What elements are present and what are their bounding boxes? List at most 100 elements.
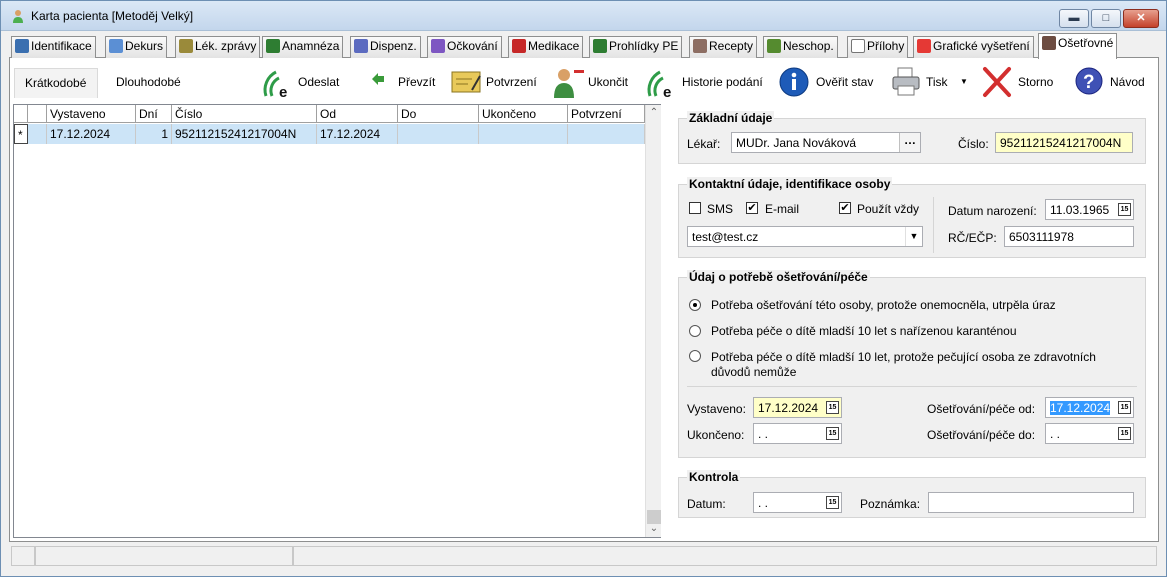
nursing-icon xyxy=(1042,36,1056,50)
chevron-down-icon[interactable]: ▼ xyxy=(905,227,922,246)
group-title: Údaj o potřebě ošetřování/péče xyxy=(687,270,870,284)
scroll-up-icon[interactable]: ⌃ xyxy=(646,105,662,121)
tab-ockovani[interactable]: Očkování xyxy=(427,36,502,58)
row-marker: * xyxy=(14,124,28,144)
calendar-icon[interactable]: 15 xyxy=(1118,401,1131,414)
calendar-icon[interactable]: 15 xyxy=(826,496,839,509)
tab-label: Přílohy xyxy=(867,39,905,53)
status-bar xyxy=(9,544,1159,566)
tisk-button[interactable]: Tisk ▼ xyxy=(890,64,972,100)
tab-label: Neschop. xyxy=(783,39,834,53)
lekar-field[interactable]: MUDr. Jana Nováková … xyxy=(731,132,921,153)
calendar-icon[interactable]: 15 xyxy=(1118,203,1131,216)
tab-lek-zpravy[interactable]: Lék. zprávy xyxy=(175,36,261,58)
rc-field[interactable]: 6503111978 xyxy=(1004,226,1134,247)
email-select[interactable]: test@test.cz ▼ xyxy=(687,226,923,247)
potvrzeni-button[interactable]: Potvrzení xyxy=(450,64,542,100)
group-title: Kontrola xyxy=(687,470,741,484)
cancel-x-icon xyxy=(983,67,1011,97)
ukoncit-button[interactable]: Ukončit xyxy=(552,64,636,100)
subtab-kratkodobe[interactable]: Krátkodobé xyxy=(14,68,98,98)
tab-dispenz[interactable]: Dispenz. xyxy=(350,36,421,58)
tab-anamneza[interactable]: Anamnéza xyxy=(262,36,344,58)
osetrovani-od-field[interactable]: 17.12.2024 15 xyxy=(1045,397,1134,418)
kontrola-datum-label: Datum: xyxy=(687,497,726,511)
tab-label: Očkování xyxy=(447,39,498,53)
kontrola-datum-field[interactable]: . . 15 xyxy=(753,492,842,513)
pouzit-vzdy-checkbox[interactable]: ✔ xyxy=(839,202,851,214)
datum-narozeni-field[interactable]: 11.03.1965 15 xyxy=(1045,199,1134,220)
navod-button[interactable]: ? Návod xyxy=(1074,64,1158,100)
tab-osetrovne[interactable]: Ošetřovné xyxy=(1038,33,1118,59)
status-panel xyxy=(35,546,293,566)
scroll-down-icon[interactable]: ⌄ xyxy=(646,521,662,537)
patient-icon xyxy=(13,10,23,23)
col-potvrzeni[interactable]: Potvrzení xyxy=(568,105,645,123)
tab-medikace[interactable]: Medikace xyxy=(508,36,584,58)
calendar-icon[interactable]: 15 xyxy=(1118,427,1131,440)
close-button[interactable]: ✕ xyxy=(1123,9,1159,28)
historie-podani-button[interactable]: e Historie podání xyxy=(646,64,770,100)
paperclip-icon xyxy=(851,39,865,53)
tab-graficke-vysetreni[interactable]: Grafické vyšetření xyxy=(913,36,1034,58)
tab-recepty[interactable]: Recepty xyxy=(689,36,758,58)
osetrovne-table[interactable]: Vystaveno Dní Číslo Od Do Ukončeno Potvr… xyxy=(13,104,661,538)
maximize-icon: □ xyxy=(1102,12,1110,24)
tab-prohlidky-pe[interactable]: Prohlídky PE xyxy=(589,36,683,58)
sms-checkbox[interactable] xyxy=(689,202,701,214)
col-vystaveno[interactable]: Vystaveno xyxy=(47,105,136,123)
col-do[interactable]: Do xyxy=(398,105,479,123)
overit-stav-button[interactable]: Ověřit stav xyxy=(778,64,878,100)
tab-dekurs[interactable]: Dekurs xyxy=(105,36,168,58)
vystaveno-field[interactable]: 17.12.2024 15 xyxy=(753,397,842,418)
col-cislo[interactable]: Číslo xyxy=(172,105,317,123)
email-checkbox[interactable]: ✔ xyxy=(746,202,758,214)
kontrola-datum-value: . . xyxy=(758,496,769,510)
table-header: Vystaveno Dní Číslo Od Do Ukončeno Potvr… xyxy=(14,105,645,123)
col-od[interactable]: Od xyxy=(317,105,398,123)
tab-label: Dekurs xyxy=(125,39,164,53)
zakladni-udaje-group: Základní údaje Lékař: MUDr. Jana Novákov… xyxy=(678,111,1146,164)
title-bar: Karta pacienta [Metoděj Velký] ▬ □ ✕ xyxy=(1,1,1166,31)
tab-neschop[interactable]: Neschop. xyxy=(763,36,838,58)
dropdown-arrow-icon[interactable]: ▼ xyxy=(960,77,968,86)
col-dni[interactable]: Dní xyxy=(136,105,172,123)
ukonceno-value: . . xyxy=(758,427,769,441)
e-podani-icon: e xyxy=(263,70,287,98)
navod-label: Návod xyxy=(1110,75,1145,89)
window-title: Karta pacienta [Metoděj Velký] xyxy=(31,9,194,23)
lekar-browse-button[interactable]: … xyxy=(899,133,920,152)
main-tabs: Identifikace Dekurs Lék. zprávy Anamnéza… xyxy=(9,33,1159,59)
subtab-dlouhodobe[interactable]: Dlouhodobé xyxy=(106,68,196,98)
col-ukonceno[interactable]: Ukončeno xyxy=(479,105,568,123)
storno-button[interactable]: Storno xyxy=(982,64,1058,100)
tab-prilohy[interactable]: Přílohy xyxy=(847,36,909,58)
calendar-icon[interactable]: 15 xyxy=(826,427,839,440)
cislo-value: 95211215241217004N xyxy=(1000,136,1122,150)
radio-osetrovani-osoby[interactable] xyxy=(689,299,701,311)
cislo-field[interactable]: 95211215241217004N xyxy=(995,132,1133,153)
odeslat-label: Odeslat xyxy=(298,75,340,89)
vystaveno-value: 17.12.2024 xyxy=(758,401,819,415)
calendar-icon[interactable]: 15 xyxy=(826,401,839,414)
datum-narozeni-label: Datum narození: xyxy=(948,204,1037,218)
tab-label: Dispenz. xyxy=(370,39,417,53)
radio-karantena[interactable] xyxy=(689,325,701,337)
document-icon xyxy=(109,39,123,53)
minimize-button[interactable]: ▬ xyxy=(1059,9,1089,28)
odeslat-button[interactable]: e Odeslat xyxy=(262,64,348,100)
maximize-button[interactable]: □ xyxy=(1091,9,1121,28)
prevzit-button[interactable]: Převzít xyxy=(370,64,440,100)
osetrovani-do-field[interactable]: . . 15 xyxy=(1045,423,1134,444)
cell-potvrzeni xyxy=(568,124,645,144)
ukoncit-label: Ukončit xyxy=(588,75,629,89)
table-row[interactable]: * 17.12.2024 1 95211215241217004N 17.12.… xyxy=(14,124,645,144)
ukonceno-field[interactable]: . . 15 xyxy=(753,423,842,444)
udaj-potreby-group: Údaj o potřebě ošetřování/péče Potřeba o… xyxy=(678,270,1146,458)
cell-blank xyxy=(28,124,47,144)
row-indicator-header xyxy=(14,105,28,123)
tab-identifikace[interactable]: Identifikace xyxy=(11,36,96,58)
poznamka-field[interactable] xyxy=(928,492,1134,513)
radio-zdravotni-duvody[interactable] xyxy=(689,350,701,362)
table-scrollbar[interactable]: ⌃ ⌄ xyxy=(645,105,661,537)
